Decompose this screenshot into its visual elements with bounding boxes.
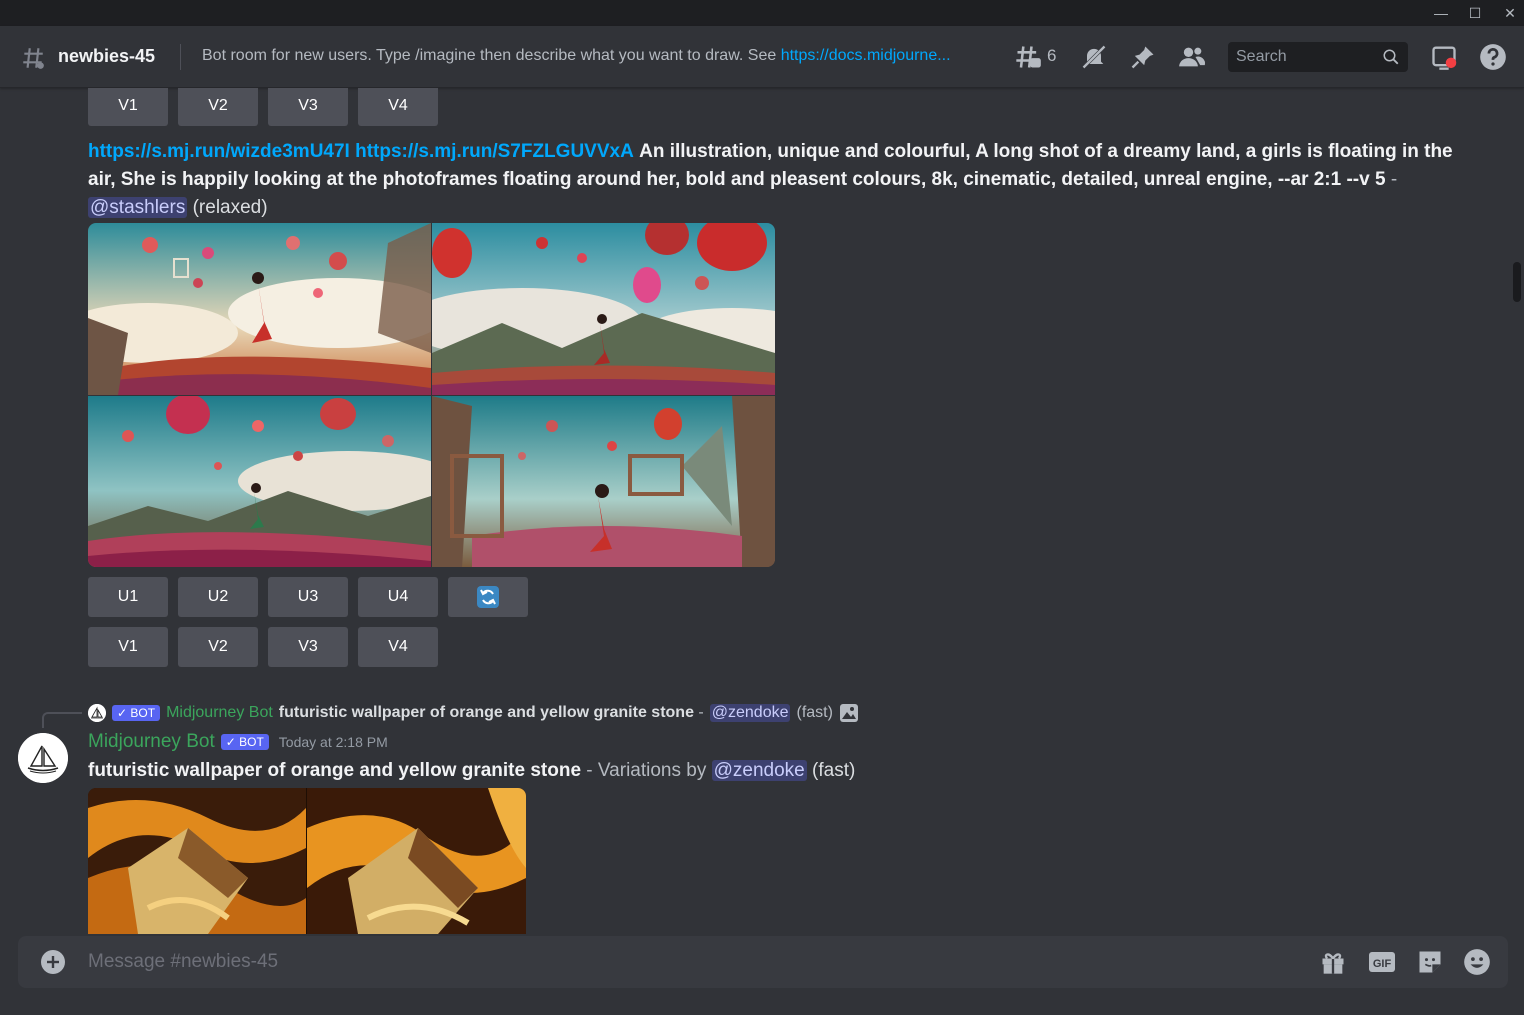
- window-titlebar: — ☐ ✕: [0, 0, 1524, 26]
- message-composer[interactable]: Message #newbies-45 GIF: [18, 936, 1508, 988]
- search-icon: [1383, 49, 1399, 65]
- header-divider: [180, 44, 181, 70]
- message-author-row: Midjourney Bot ✓ BOT Today at 2:18 PM: [88, 731, 388, 753]
- variation-button-2-top[interactable]: V2: [178, 88, 258, 126]
- reply-mention[interactable]: @zendoke: [709, 704, 791, 722]
- message2-content: futuristic wallpaper of orange and yello…: [88, 757, 1458, 785]
- reroll-icon: [477, 586, 499, 608]
- message-author[interactable]: Midjourney Bot: [88, 731, 215, 753]
- variation-button-4[interactable]: V4: [358, 627, 438, 667]
- emoji-icon[interactable]: [1463, 948, 1491, 976]
- threads-icon[interactable]: [1014, 43, 1042, 71]
- image-tile-3: [88, 396, 431, 567]
- channel-name: newbies-45: [58, 46, 156, 66]
- upscale-button-1[interactable]: U1: [88, 577, 168, 617]
- bot-badge: ✓ BOT: [220, 734, 269, 750]
- reply-text: futuristic wallpaper of orange and yello…: [279, 704, 704, 722]
- message2-prompt: futuristic wallpaper of orange and yello…: [88, 760, 582, 781]
- variation-button-3[interactable]: V3: [268, 627, 348, 667]
- reply-bot-badge: ✓ BOT: [112, 705, 161, 721]
- member-list-icon[interactable]: [1178, 43, 1206, 71]
- channel-hash-icon: [23, 48, 44, 69]
- message2-suffix: - Variations by: [581, 760, 712, 781]
- variation-button-3-top[interactable]: V3: [268, 88, 348, 126]
- message-input[interactable]: Message #newbies-45: [88, 951, 278, 973]
- minimize-button[interactable]: —: [1430, 3, 1452, 23]
- reply-dash: -: [693, 704, 704, 721]
- search-placeholder: Search: [1236, 48, 1287, 65]
- help-icon[interactable]: [1479, 43, 1507, 71]
- upscale-button-4[interactable]: U4: [358, 577, 438, 617]
- channel-topic-text: Bot room for new users. Type /imagine th…: [202, 47, 781, 64]
- variation-button-2[interactable]: V2: [178, 627, 258, 667]
- reroll-button[interactable]: [448, 577, 528, 617]
- message2-mode: (fast): [812, 760, 856, 781]
- variation-button-1[interactable]: V1: [88, 627, 168, 667]
- reply-author[interactable]: Midjourney Bot: [166, 704, 273, 722]
- close-window-button[interactable]: ✕: [1499, 3, 1521, 23]
- reply-spine: [42, 712, 82, 728]
- channel-topic-link[interactable]: https://docs.midjourne...: [781, 47, 951, 64]
- gift-icon[interactable]: [1319, 948, 1347, 976]
- reply-avatar: [88, 704, 106, 722]
- user-mention[interactable]: @stashlers: [88, 197, 188, 218]
- prompt-image-link-2[interactable]: https://s.mj.run/S7FZLGUVVxA: [355, 141, 634, 162]
- image-tile-4: [432, 396, 775, 567]
- generation-mode: (relaxed): [192, 197, 268, 218]
- pin-icon[interactable]: [1129, 43, 1157, 71]
- scrollbar-thumb[interactable]: [1513, 262, 1521, 302]
- threads-count: 6: [1047, 46, 1057, 65]
- upscale-button-3[interactable]: U3: [268, 577, 348, 617]
- reply-mode: (fast): [796, 704, 833, 721]
- image-tile-1: [88, 223, 431, 395]
- inbox-icon[interactable]: [1430, 43, 1458, 71]
- maximize-button[interactable]: ☐: [1464, 3, 1486, 23]
- variation-button-1-top[interactable]: V1: [88, 88, 168, 126]
- svg-text:GIF: GIF: [1373, 958, 1392, 970]
- sticker-icon[interactable]: [1416, 948, 1444, 976]
- add-attachment-icon[interactable]: [40, 949, 66, 975]
- message2-mention[interactable]: @zendoke: [711, 760, 807, 781]
- variation-button-4-top[interactable]: V4: [358, 88, 438, 126]
- mute-notifications-icon[interactable]: [1080, 43, 1108, 71]
- sailboat-icon: [18, 733, 68, 783]
- generated-image-grid[interactable]: [88, 223, 775, 567]
- upscale-button-2[interactable]: U2: [178, 577, 258, 617]
- prompt-dash: -: [1385, 169, 1398, 190]
- image-tile-2: [432, 223, 775, 395]
- search-input[interactable]: Search: [1228, 42, 1408, 72]
- reply-reference[interactable]: ✓ BOT Midjourney Bot futuristic wallpape…: [88, 702, 859, 724]
- message-timestamp: Today at 2:18 PM: [278, 734, 388, 750]
- granite-image-grid[interactable]: [88, 788, 526, 934]
- prompt-image-link-1[interactable]: https://s.mj.run/wizde3mU47I: [88, 141, 350, 162]
- channel-header: newbies-45 Bot room for new users. Type …: [0, 26, 1524, 88]
- midjourney-avatar[interactable]: [18, 733, 68, 783]
- channel-topic: Bot room for new users. Type /imagine th…: [202, 47, 998, 65]
- reply-prompt: futuristic wallpaper of orange and yello…: [278, 704, 694, 721]
- message-content: https://s.mj.run/wizde3mU47I https://s.m…: [88, 138, 1458, 222]
- gif-icon[interactable]: GIF: [1368, 948, 1396, 976]
- image-attachment-icon: [839, 704, 858, 722]
